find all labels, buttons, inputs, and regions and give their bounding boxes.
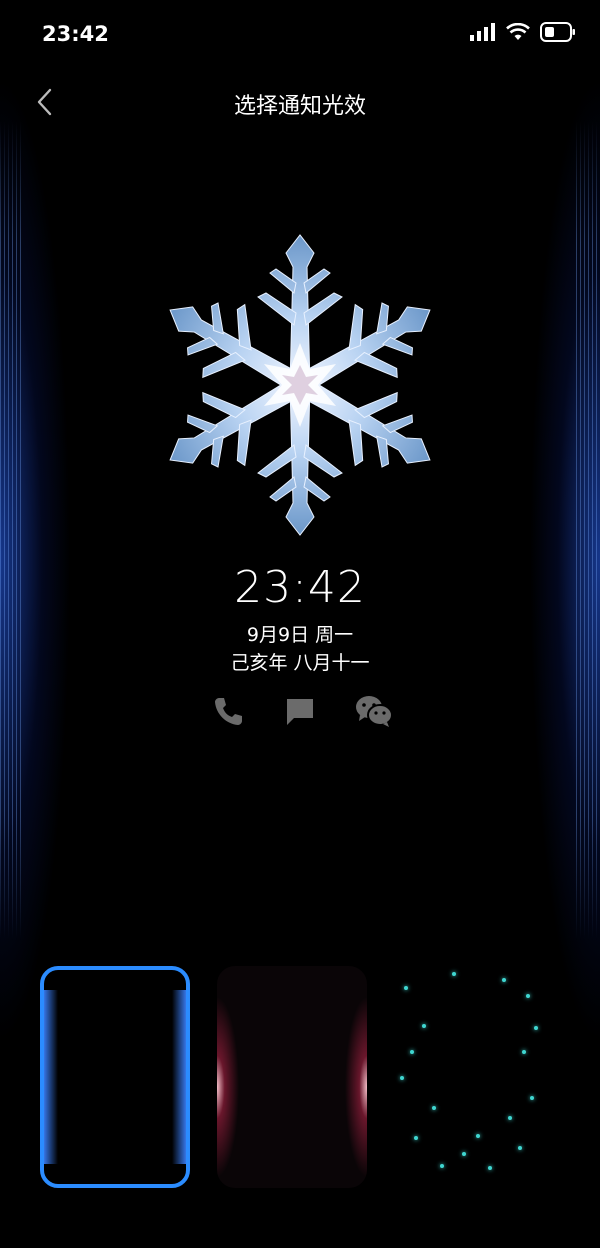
message-icon <box>283 694 317 728</box>
wifi-icon <box>506 22 530 45</box>
particle <box>462 1152 466 1156</box>
preview-clock: 23:42 <box>234 562 366 613</box>
effect-option-red-edge[interactable] <box>217 966 367 1188</box>
status-bar: 23:42 <box>0 0 600 70</box>
particle <box>488 1166 492 1170</box>
particle <box>400 1076 404 1080</box>
edge-lines-left <box>0 120 24 940</box>
status-time: 23:42 <box>42 22 109 46</box>
effect-option-particles[interactable] <box>392 966 542 1188</box>
notification-icons <box>0 694 600 728</box>
blue-glow-left <box>44 990 58 1164</box>
particle <box>440 1164 444 1168</box>
particle <box>534 1026 538 1030</box>
particle <box>410 1050 414 1054</box>
wechat-icon <box>355 694 393 728</box>
signal-icon <box>470 23 496 45</box>
battery-icon <box>540 22 576 46</box>
particle <box>422 1024 426 1028</box>
particle <box>530 1096 534 1100</box>
preview-date: 9月9日 周一 <box>246 624 354 646</box>
preview-lunar-date: 己亥年 八月十一 <box>230 652 370 674</box>
edge-lines-right <box>576 120 600 940</box>
phone-icon <box>211 694 245 728</box>
snowflake-image <box>148 232 452 538</box>
particle <box>502 978 506 982</box>
particle <box>432 1106 436 1110</box>
particle <box>404 986 408 990</box>
particle <box>508 1116 512 1120</box>
particle <box>526 994 530 998</box>
effect-option-blue-edge[interactable] <box>40 966 190 1188</box>
page-title: 选择通知光效 <box>233 94 366 119</box>
red-glow-right <box>345 976 367 1178</box>
particle <box>476 1134 480 1138</box>
particle <box>414 1136 418 1140</box>
particle <box>522 1050 526 1054</box>
particle <box>518 1146 522 1150</box>
status-icons <box>470 22 576 46</box>
red-glow-left <box>217 976 239 1178</box>
nav-bar: 选择通知光效 <box>0 78 600 126</box>
blue-glow-right <box>172 990 186 1164</box>
particle <box>452 972 456 976</box>
